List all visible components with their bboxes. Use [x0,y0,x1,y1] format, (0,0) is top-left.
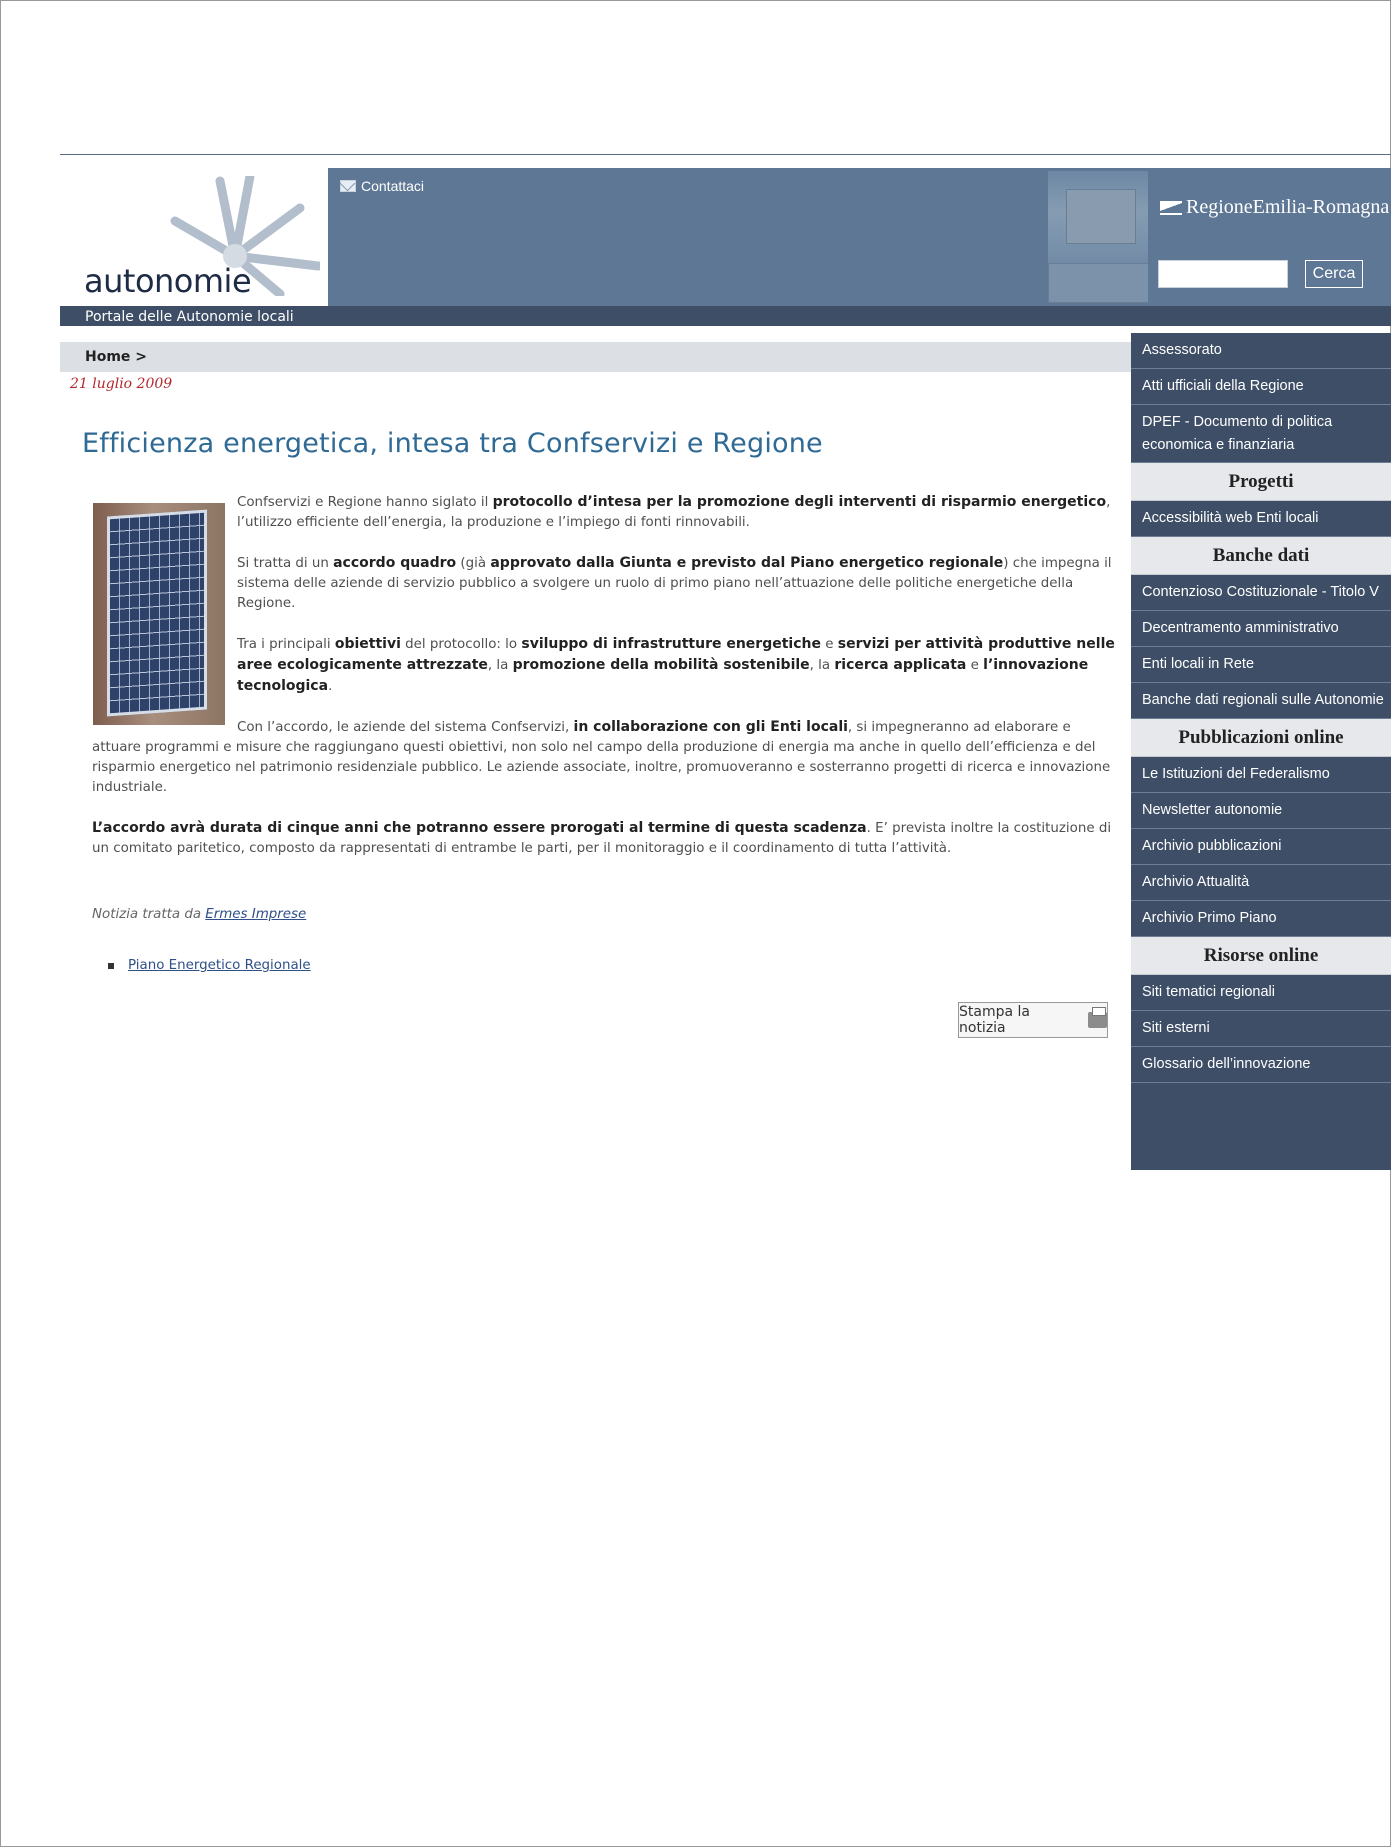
search-input[interactable] [1158,260,1288,288]
contact-label: Contattaci [361,178,425,194]
text: (già [456,556,491,571]
text: del protocollo: lo [400,637,522,652]
text: e [966,658,984,673]
text: , la [809,658,835,673]
bold-text: accordo quadro [333,555,457,571]
sidebar-item-contenzioso[interactable]: Contenzioso Costituzionale - Titolo V [1131,575,1391,611]
flag-icon [1160,200,1182,215]
bold-text: promozione della mobilità sostenibile [512,657,810,673]
paragraph-1: Confservizi e Regione hanno siglato il p… [237,492,1120,533]
print-button[interactable]: Stampa la notizia [958,1002,1108,1038]
sidebar-item-dpef[interactable]: DPEF - Documento di politica economica e… [1131,405,1391,463]
bold-text: in collaborazione con gli Enti locali [573,719,848,735]
bold-text: protocollo d’intesa per la promozione de… [492,494,1107,510]
sidebar-item-newsletter[interactable]: Newsletter autonomie [1131,793,1391,829]
sidebar-item-archivio-primo-piano[interactable]: Archivio Primo Piano [1131,901,1391,937]
contact-link[interactable]: Contattaci [340,178,424,194]
logo-text: autonomie [84,262,252,300]
mail-icon [340,180,356,192]
sidebar-item-decentramento[interactable]: Decentramento amministrativo [1131,611,1391,647]
source-note-prefix: Notizia tratta da [92,907,206,922]
search-button[interactable]: Cerca [1305,260,1363,288]
bullet-icon [108,962,114,969]
sidebar-heading-risorse: Risorse online [1131,937,1391,975]
paragraph-2: Si tratta di un accordo quadro (già appr… [237,553,1120,614]
logo[interactable]: autonomie [60,168,328,306]
region-logo[interactable]: RegioneEmilia-Romagna [1160,196,1389,219]
header-banner: Contattaci [328,168,1338,306]
printer-icon [1087,1007,1107,1028]
bold-text: L’accordo avrà durata di cinque anni che… [92,820,867,836]
sidebar-item-enti-locali-rete[interactable]: Enti locali in Rete [1131,647,1391,683]
sidebar-item-istituzioni[interactable]: Le Istituzioni del Federalismo [1131,757,1391,793]
text: . [328,679,333,694]
article-date: 21 luglio 2009 [70,376,173,392]
paragraph-5: L’accordo avrà durata di cinque anni che… [92,818,1120,859]
header-right: RegioneEmilia-Romagna Cerca [1148,168,1391,306]
sidebar-heading-progetti: Progetti [1131,463,1391,501]
bold-text: approvato dalla Giunta e previsto dal Pi… [490,555,1004,571]
sidebar-item-accessibilita[interactable]: Accessibilità web Enti locali [1131,501,1391,537]
top-divider [60,154,1391,155]
text: Si tratta di un [237,556,334,571]
bold-text: ricerca applicata [834,657,967,673]
source-link[interactable]: Ermes Imprese [205,907,306,922]
piano-energetico-link[interactable]: Piano Energetico Regionale [128,958,311,973]
text: e [820,637,838,652]
sidebar-heading-pubblicazioni: Pubblicazioni online [1131,719,1391,757]
region-logo-text: RegioneEmilia-Romagna [1186,196,1390,218]
sidebar-item-archivio-pubblicazioni[interactable]: Archivio pubblicazioni [1131,829,1391,865]
paragraph-4: Con l’accordo, le aziende del sistema Co… [92,717,1120,798]
bold-text: obiettivi [334,636,401,652]
portal-label: Portale delle Autonomie locali [85,309,294,325]
text: Con l’accordo, le aziende del sistema Co… [237,720,574,735]
sidebar-item-glossario[interactable]: Glossario dell’innovazione [1131,1047,1391,1083]
sidebar-item-archivio-attualita[interactable]: Archivio Attualità [1131,865,1391,901]
portal-bar: Portale delle Autonomie locali [60,306,1391,326]
list-item: Piano Energetico Regionale [108,958,311,973]
sidebar-item-dpef-line1: DPEF - Documento di politica [1142,414,1333,430]
sidebar-heading-banche-dati: Banche dati [1131,537,1391,575]
text: Confservizi e Regione hanno siglato il [237,495,493,510]
text: Tra i principali [237,637,335,652]
sidebar-item-banche-regionali[interactable]: Banche dati regionali sulle Autonomie [1131,683,1391,719]
source-note: Notizia tratta da Ermes Imprese [92,907,306,922]
sidebar-item-atti[interactable]: Atti ufficiali della Regione [1131,369,1391,405]
sidebar-item-assessorato[interactable]: Assessorato [1131,333,1391,369]
sidebar: Assessorato Atti ufficiali della Regione… [1131,333,1391,1170]
sidebar-item-siti-esterni[interactable]: Siti esterni [1131,1011,1391,1047]
page-title: Efficienza energetica, intesa tra Confse… [82,428,823,459]
article-body: Confservizi e Regione hanno siglato il p… [92,492,1120,879]
print-label: Stampa la notizia [959,1004,1030,1036]
breadcrumb[interactable]: Home > [60,342,1140,372]
text: , la [487,658,513,673]
sidebar-item-dpef-line2: economica e finanziaria [1142,437,1295,453]
bold-text: sviluppo di infrastrutture energetiche [521,636,821,652]
site-header: autonomie Contattaci RegioneEmilia-Romag… [60,168,1391,306]
sidebar-item-siti-tematici[interactable]: Siti tematici regionali [1131,975,1391,1011]
paragraph-3: Tra i principali obiettivi del protocoll… [237,634,1120,697]
